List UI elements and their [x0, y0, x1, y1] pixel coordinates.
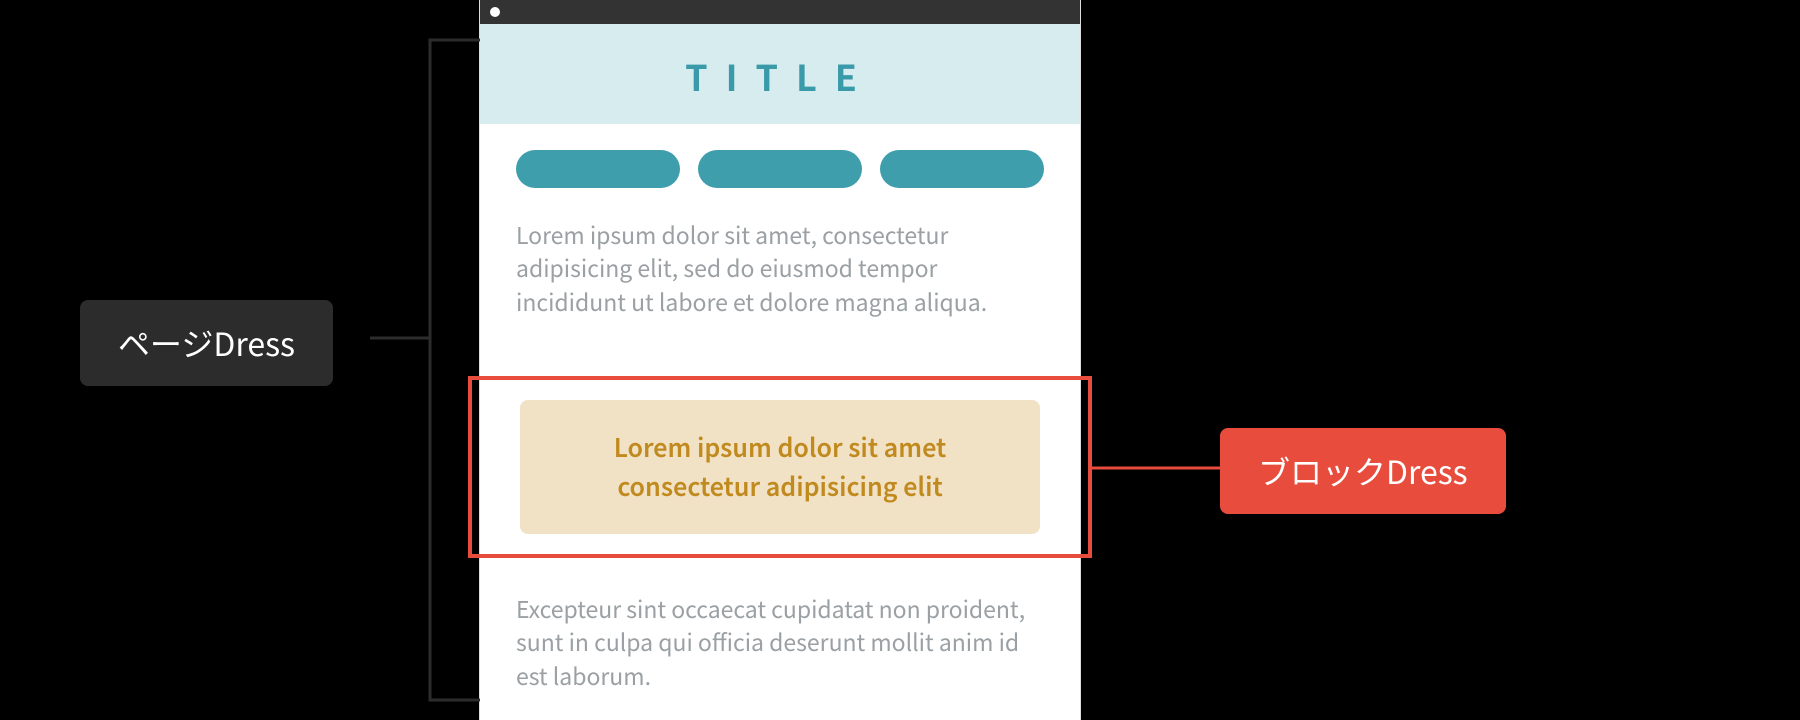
page-content: Lorem ipsum dolor sit amet, consectetur …	[480, 124, 1080, 318]
page-dress-label: ページDress	[80, 300, 333, 386]
nav-pills	[516, 150, 1044, 188]
browser-titlebar	[480, 0, 1080, 24]
nav-pill	[698, 150, 862, 188]
block-dress-label: ブロックDress	[1220, 428, 1506, 514]
nav-pill	[880, 150, 1044, 188]
paragraph-top: Lorem ipsum dolor sit amet, consectetur …	[516, 218, 1044, 318]
paragraph-bottom: Excepteur sint occaecat cupidatat non pr…	[516, 592, 1044, 692]
diagram-stage: ページDress ブロックDress TITLE Lorem ipsum dol…	[0, 0, 1800, 720]
page-title: TITLE	[480, 50, 1080, 102]
highlight-block: Lorem ipsum dolor sit amet consectetur a…	[520, 400, 1040, 534]
page-dress-label-text: ページDress	[118, 320, 295, 366]
block-dress-outline: Lorem ipsum dolor sit amet consectetur a…	[468, 376, 1092, 558]
nav-pill	[516, 150, 680, 188]
block-dress-label-text: ブロックDress	[1258, 448, 1468, 494]
page-title-area: TITLE	[480, 24, 1080, 124]
highlight-line-2: consectetur adipisicing elit	[544, 467, 1016, 506]
highlight-line-1: Lorem ipsum dolor sit amet	[544, 428, 1016, 467]
window-dot-icon	[490, 7, 500, 17]
